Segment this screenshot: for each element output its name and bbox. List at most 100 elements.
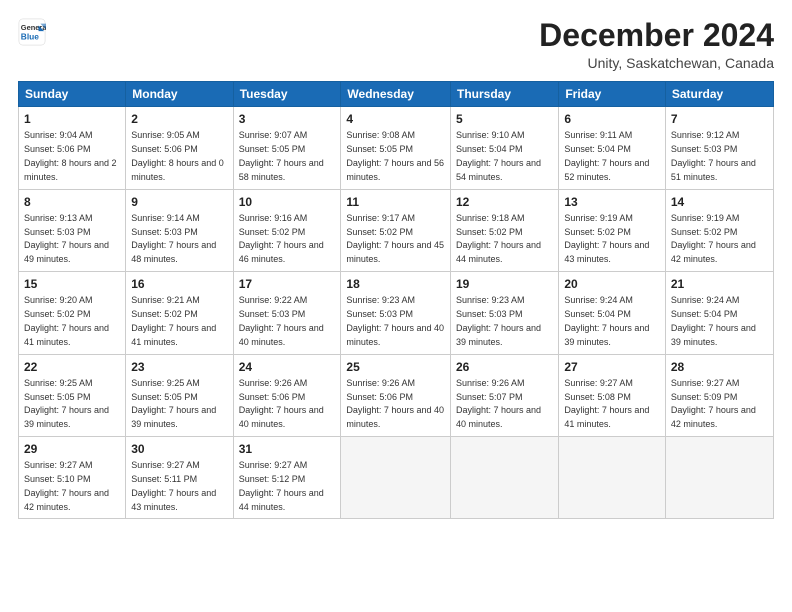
day-number: 9 [131, 194, 227, 210]
day-number: 10 [239, 194, 336, 210]
day-number: 27 [564, 359, 660, 375]
day-number: 17 [239, 276, 336, 292]
day-info: Sunrise: 9:16 AMSunset: 5:02 PMDaylight:… [239, 213, 324, 264]
day-number: 26 [456, 359, 553, 375]
day-number: 16 [131, 276, 227, 292]
day-info: Sunrise: 9:18 AMSunset: 5:02 PMDaylight:… [456, 213, 541, 264]
day-info: Sunrise: 9:04 AMSunset: 5:06 PMDaylight:… [24, 130, 117, 181]
day-info: Sunrise: 9:21 AMSunset: 5:02 PMDaylight:… [131, 295, 216, 346]
day-cell: 30 Sunrise: 9:27 AMSunset: 5:11 PMDaylig… [126, 436, 233, 518]
day-cell: 7 Sunrise: 9:12 AMSunset: 5:03 PMDayligh… [665, 107, 773, 189]
day-cell: 8 Sunrise: 9:13 AMSunset: 5:03 PMDayligh… [19, 189, 126, 271]
day-cell: 27 Sunrise: 9:27 AMSunset: 5:08 PMDaylig… [559, 354, 666, 436]
day-cell: 4 Sunrise: 9:08 AMSunset: 5:05 PMDayligh… [341, 107, 451, 189]
month-title: December 2024 [539, 18, 774, 53]
day-info: Sunrise: 9:19 AMSunset: 5:02 PMDaylight:… [671, 213, 756, 264]
subtitle: Unity, Saskatchewan, Canada [539, 55, 774, 71]
day-info: Sunrise: 9:27 AMSunset: 5:08 PMDaylight:… [564, 378, 649, 429]
day-cell: 20 Sunrise: 9:24 AMSunset: 5:04 PMDaylig… [559, 272, 666, 354]
day-info: Sunrise: 9:12 AMSunset: 5:03 PMDaylight:… [671, 130, 756, 181]
day-info: Sunrise: 9:05 AMSunset: 5:06 PMDaylight:… [131, 130, 224, 181]
day-info: Sunrise: 9:24 AMSunset: 5:04 PMDaylight:… [564, 295, 649, 346]
day-cell: 16 Sunrise: 9:21 AMSunset: 5:02 PMDaylig… [126, 272, 233, 354]
day-cell [559, 436, 666, 518]
day-info: Sunrise: 9:14 AMSunset: 5:03 PMDaylight:… [131, 213, 216, 264]
day-number: 4 [346, 111, 445, 127]
day-cell: 18 Sunrise: 9:23 AMSunset: 5:03 PMDaylig… [341, 272, 451, 354]
day-number: 28 [671, 359, 768, 375]
day-cell: 28 Sunrise: 9:27 AMSunset: 5:09 PMDaylig… [665, 354, 773, 436]
day-number: 21 [671, 276, 768, 292]
day-cell: 12 Sunrise: 9:18 AMSunset: 5:02 PMDaylig… [451, 189, 559, 271]
day-cell: 23 Sunrise: 9:25 AMSunset: 5:05 PMDaylig… [126, 354, 233, 436]
day-cell: 14 Sunrise: 9:19 AMSunset: 5:02 PMDaylig… [665, 189, 773, 271]
day-number: 6 [564, 111, 660, 127]
day-cell: 9 Sunrise: 9:14 AMSunset: 5:03 PMDayligh… [126, 189, 233, 271]
week-row-3: 15 Sunrise: 9:20 AMSunset: 5:02 PMDaylig… [19, 272, 774, 354]
day-info: Sunrise: 9:20 AMSunset: 5:02 PMDaylight:… [24, 295, 109, 346]
day-number: 25 [346, 359, 445, 375]
day-number: 30 [131, 441, 227, 457]
day-number: 3 [239, 111, 336, 127]
day-number: 15 [24, 276, 120, 292]
day-number: 11 [346, 194, 445, 210]
day-number: 5 [456, 111, 553, 127]
day-cell: 10 Sunrise: 9:16 AMSunset: 5:02 PMDaylig… [233, 189, 341, 271]
day-cell [341, 436, 451, 518]
day-info: Sunrise: 9:25 AMSunset: 5:05 PMDaylight:… [131, 378, 216, 429]
week-row-1: 1 Sunrise: 9:04 AMSunset: 5:06 PMDayligh… [19, 107, 774, 189]
col-monday: Monday [126, 82, 233, 107]
day-info: Sunrise: 9:10 AMSunset: 5:04 PMDaylight:… [456, 130, 541, 181]
day-number: 14 [671, 194, 768, 210]
day-number: 2 [131, 111, 227, 127]
day-cell: 5 Sunrise: 9:10 AMSunset: 5:04 PMDayligh… [451, 107, 559, 189]
week-row-4: 22 Sunrise: 9:25 AMSunset: 5:05 PMDaylig… [19, 354, 774, 436]
day-number: 19 [456, 276, 553, 292]
day-cell: 29 Sunrise: 9:27 AMSunset: 5:10 PMDaylig… [19, 436, 126, 518]
day-cell: 6 Sunrise: 9:11 AMSunset: 5:04 PMDayligh… [559, 107, 666, 189]
day-info: Sunrise: 9:24 AMSunset: 5:04 PMDaylight:… [671, 295, 756, 346]
day-cell: 2 Sunrise: 9:05 AMSunset: 5:06 PMDayligh… [126, 107, 233, 189]
day-number: 18 [346, 276, 445, 292]
day-number: 29 [24, 441, 120, 457]
col-friday: Friday [559, 82, 666, 107]
day-cell: 25 Sunrise: 9:26 AMSunset: 5:06 PMDaylig… [341, 354, 451, 436]
day-number: 12 [456, 194, 553, 210]
day-info: Sunrise: 9:27 AMSunset: 5:12 PMDaylight:… [239, 460, 324, 511]
day-number: 13 [564, 194, 660, 210]
day-info: Sunrise: 9:26 AMSunset: 5:06 PMDaylight:… [346, 378, 444, 429]
day-cell: 24 Sunrise: 9:26 AMSunset: 5:06 PMDaylig… [233, 354, 341, 436]
day-number: 20 [564, 276, 660, 292]
day-number: 7 [671, 111, 768, 127]
day-info: Sunrise: 9:22 AMSunset: 5:03 PMDaylight:… [239, 295, 324, 346]
day-number: 22 [24, 359, 120, 375]
header: General Blue December 2024 Unity, Saskat… [18, 18, 774, 71]
week-row-5: 29 Sunrise: 9:27 AMSunset: 5:10 PMDaylig… [19, 436, 774, 518]
day-number: 31 [239, 441, 336, 457]
col-tuesday: Tuesday [233, 82, 341, 107]
day-info: Sunrise: 9:26 AMSunset: 5:06 PMDaylight:… [239, 378, 324, 429]
day-info: Sunrise: 9:25 AMSunset: 5:05 PMDaylight:… [24, 378, 109, 429]
col-saturday: Saturday [665, 82, 773, 107]
day-info: Sunrise: 9:23 AMSunset: 5:03 PMDaylight:… [346, 295, 444, 346]
col-sunday: Sunday [19, 82, 126, 107]
day-cell: 26 Sunrise: 9:26 AMSunset: 5:07 PMDaylig… [451, 354, 559, 436]
day-cell: 31 Sunrise: 9:27 AMSunset: 5:12 PMDaylig… [233, 436, 341, 518]
day-cell: 15 Sunrise: 9:20 AMSunset: 5:02 PMDaylig… [19, 272, 126, 354]
day-number: 23 [131, 359, 227, 375]
day-info: Sunrise: 9:27 AMSunset: 5:11 PMDaylight:… [131, 460, 216, 511]
week-row-2: 8 Sunrise: 9:13 AMSunset: 5:03 PMDayligh… [19, 189, 774, 271]
logo: General Blue [18, 18, 46, 46]
day-cell: 13 Sunrise: 9:19 AMSunset: 5:02 PMDaylig… [559, 189, 666, 271]
day-info: Sunrise: 9:26 AMSunset: 5:07 PMDaylight:… [456, 378, 541, 429]
title-block: December 2024 Unity, Saskatchewan, Canad… [539, 18, 774, 71]
day-cell: 11 Sunrise: 9:17 AMSunset: 5:02 PMDaylig… [341, 189, 451, 271]
day-info: Sunrise: 9:17 AMSunset: 5:02 PMDaylight:… [346, 213, 444, 264]
day-cell [665, 436, 773, 518]
logo-icon: General Blue [18, 18, 46, 46]
day-cell: 17 Sunrise: 9:22 AMSunset: 5:03 PMDaylig… [233, 272, 341, 354]
day-number: 1 [24, 111, 120, 127]
col-wednesday: Wednesday [341, 82, 451, 107]
day-number: 8 [24, 194, 120, 210]
day-info: Sunrise: 9:27 AMSunset: 5:10 PMDaylight:… [24, 460, 109, 511]
